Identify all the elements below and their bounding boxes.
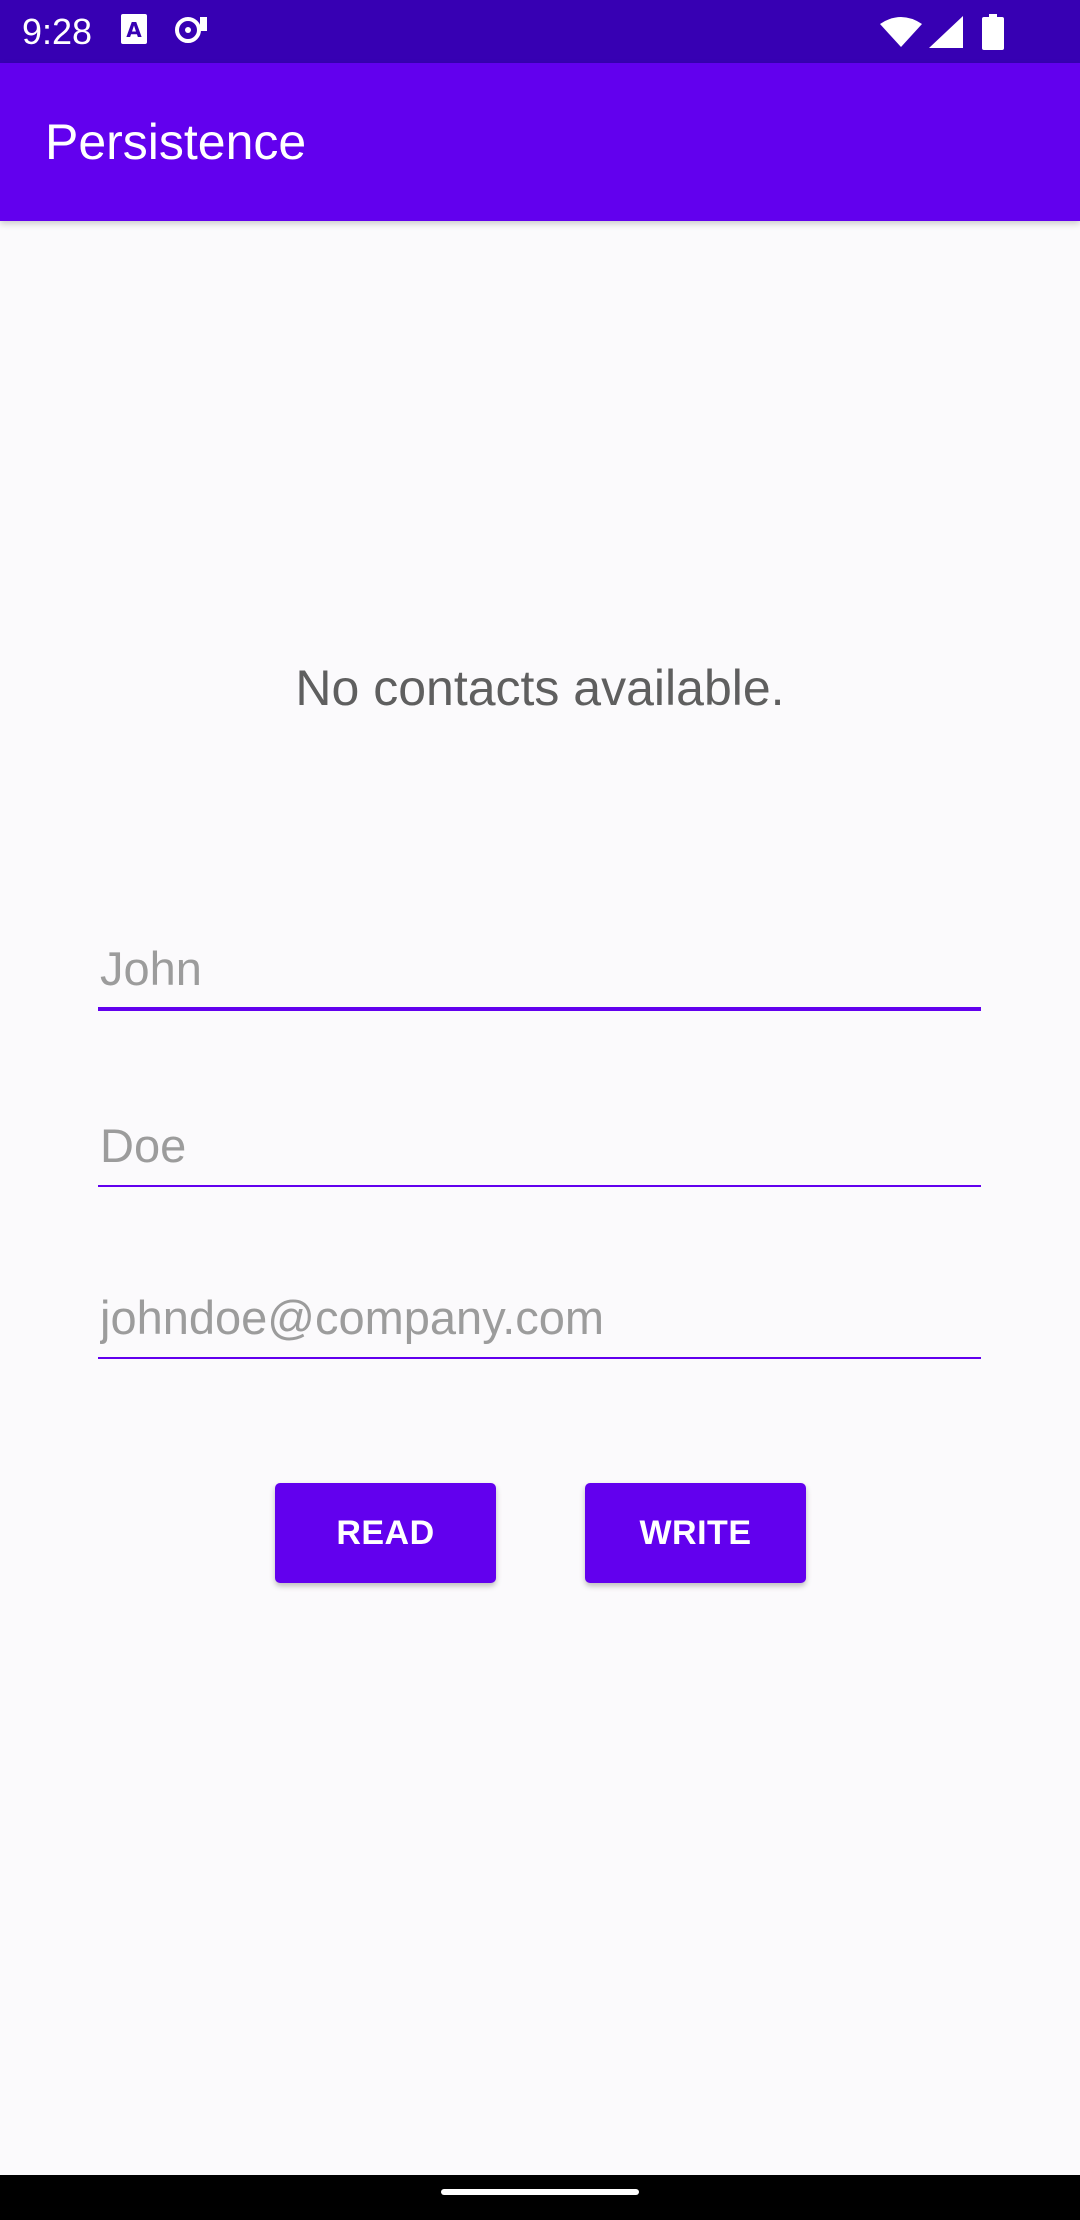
signal-icon [929,16,963,53]
home-gesture-handle[interactable] [441,2189,639,2195]
first-name-field[interactable] [98,929,981,1011]
media-notification-icon [174,13,210,50]
app-bar: Persistence [0,63,1080,221]
wifi-icon [880,16,922,53]
read-button[interactable]: READ [275,1483,496,1583]
battery-icon [982,14,1004,55]
svg-text:A: A [126,18,142,42]
status-bar: 9:28 A [0,0,1080,63]
empty-contacts-message: No contacts available. [295,660,785,716]
navigation-bar [0,2175,1080,2220]
last-name-field[interactable] [98,1105,981,1187]
status-time: 9:28 [22,11,93,52]
main-content: No contacts available. READ WRITE [0,221,1080,2175]
write-button[interactable]: WRITE [585,1483,806,1583]
email-field[interactable] [98,1277,981,1359]
a-notification-icon: A [120,13,148,50]
app-title: Persistence [45,114,307,170]
